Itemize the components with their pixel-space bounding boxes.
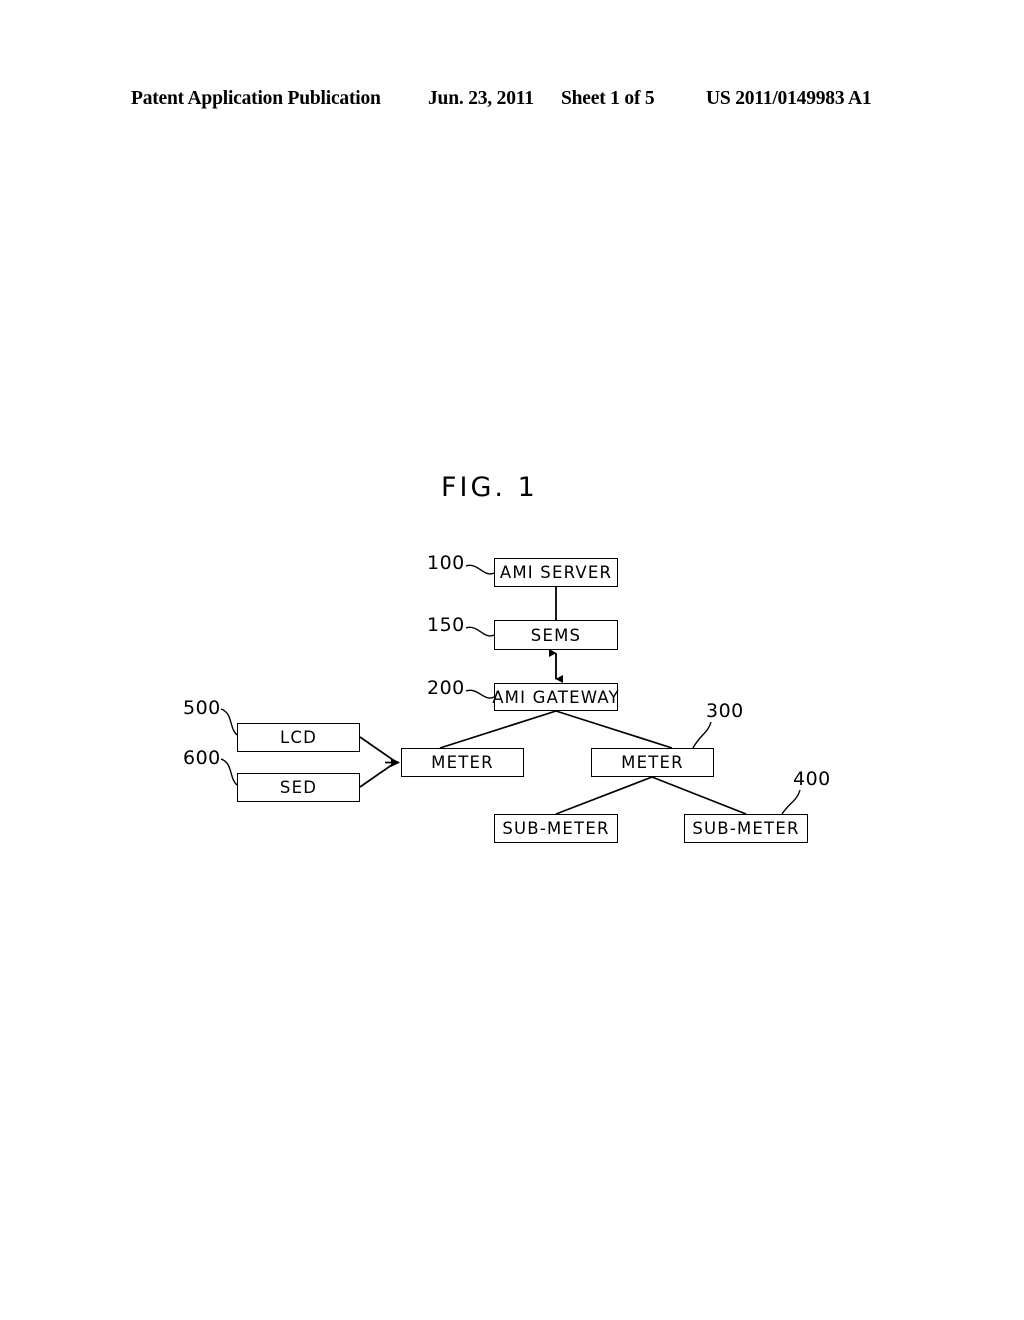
- reference-numeral-600: 600: [183, 747, 221, 769]
- line-gateway-to-meter-left: [439, 710, 557, 749]
- diagram-connectors: [220, 564, 801, 815]
- node-meter-left: METER: [401, 748, 524, 777]
- node-sub-meter-right: SUB-METER: [684, 814, 808, 843]
- node-sub-meter-left: SUB-METER: [494, 814, 618, 843]
- leader-150: [465, 626, 495, 637]
- line-meter-to-submeter-left: [555, 776, 653, 815]
- reference-numeral-400: 400: [793, 768, 831, 790]
- leader-500: [220, 708, 238, 736]
- line-lcd-to-meter: [359, 736, 397, 763]
- node-sed: SED: [237, 773, 360, 802]
- node-meter-right: METER: [591, 748, 714, 777]
- line-sed-to-meter: [359, 761, 397, 788]
- leader-200: [465, 689, 495, 699]
- reference-numeral-300: 300: [706, 700, 744, 722]
- reference-numeral-100: 100: [427, 552, 465, 574]
- node-sems: SEMS: [494, 620, 618, 650]
- leader-100: [465, 564, 495, 575]
- node-ami-gateway: AMI GATEWAY: [492, 683, 619, 711]
- figure-title: FIG. 1: [441, 472, 538, 503]
- line-meter-to-submeter-right: [651, 776, 747, 815]
- reference-numeral-150: 150: [427, 614, 465, 636]
- node-ami-server: AMI SERVER: [494, 558, 618, 587]
- line-gateway-to-meter-right: [555, 710, 673, 749]
- figure-1-block-diagram: FIG. 1 100 150 200 300 400 500 600 AMI S…: [0, 0, 1024, 1320]
- leader-300: [692, 721, 712, 749]
- leader-600: [220, 758, 238, 786]
- leader-400: [781, 789, 801, 815]
- node-lcd: LCD: [237, 723, 360, 752]
- reference-numeral-200: 200: [427, 677, 465, 699]
- reference-numeral-500: 500: [183, 697, 221, 719]
